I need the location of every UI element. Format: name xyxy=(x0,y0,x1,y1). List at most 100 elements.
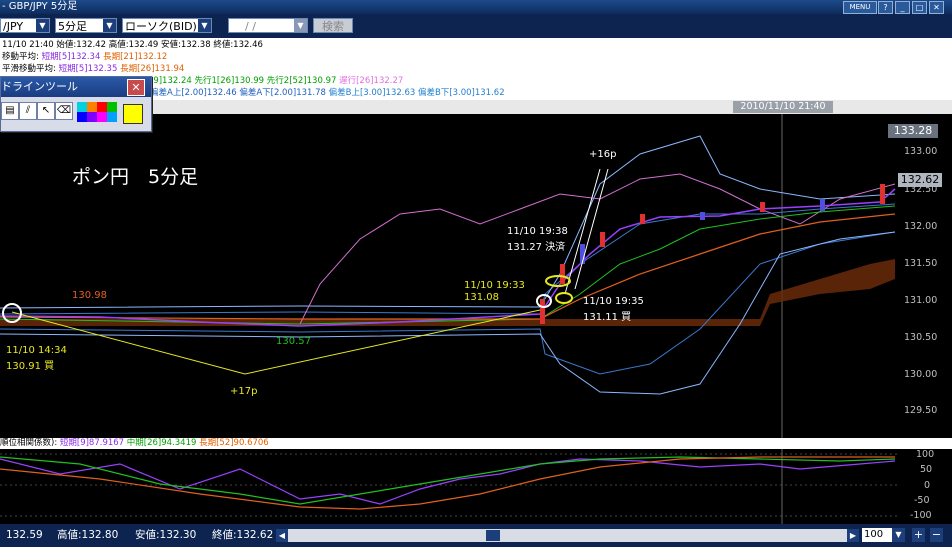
date-input[interactable]: / / ▼ xyxy=(228,18,308,33)
buy1-price: 130.91 買 xyxy=(6,361,55,372)
help-icon[interactable]: ? xyxy=(878,1,893,14)
y-tick: 130.00 xyxy=(904,369,938,380)
chevron-down-icon[interactable]: ▼ xyxy=(294,19,307,32)
status-low: 安値:132.30 xyxy=(135,529,197,541)
drawing-tool-panel[interactable]: ドラインツール ✕ ▤ ⫽ ↖ ⌫ xyxy=(0,76,152,132)
candle xyxy=(600,232,605,247)
search-button[interactable]: 検索 xyxy=(313,18,353,33)
line-tool-icon[interactable]: ▤ xyxy=(1,102,19,120)
scroll-left-icon[interactable]: ◀ xyxy=(276,529,288,542)
zoom-value: 100 xyxy=(864,529,884,540)
window-title: - GBP/JPY 5分足 xyxy=(2,1,78,12)
status-close: 終値:132.62 xyxy=(212,529,274,541)
y-tick: 133.00 xyxy=(904,146,938,157)
fibonacci-tool-icon[interactable]: ⫽ xyxy=(19,102,37,120)
color-swatch[interactable] xyxy=(87,102,97,112)
buy2-time: 11/10 19:35 xyxy=(583,296,644,307)
candle xyxy=(760,202,765,212)
color-swatch[interactable] xyxy=(107,112,117,122)
drawing-tool-title: ドラインツール xyxy=(1,80,78,93)
ichimoku-values: [9]132.24 先行1[26]130.99 先行2[52]130.97 xyxy=(150,76,337,86)
chart-type-value: ローソク(BID) xyxy=(125,20,197,33)
subchart-title: 順位相関係数): xyxy=(0,438,58,448)
chart-type-select[interactable]: ローソク(BID) ▼ xyxy=(122,18,212,33)
ma2-short: 短期[5]132.35 xyxy=(58,64,118,74)
gain2-annotation-line xyxy=(564,168,609,295)
color-swatch[interactable] xyxy=(77,102,87,112)
toolbar: /JPY ▼ 5分足 ▼ ローソク(BID) ▼ / / ▼ 検索 xyxy=(0,14,952,38)
zoom-out-icon[interactable]: − xyxy=(930,528,943,542)
close-price: 131.27 決済 xyxy=(507,242,566,253)
scroll-thumb[interactable] xyxy=(486,530,500,541)
chart-title: ポン円 5分足 xyxy=(72,166,199,188)
label-13098: 130.98 xyxy=(72,290,107,301)
menu-button[interactable]: MENU xyxy=(843,1,877,14)
color-swatch[interactable] xyxy=(97,102,107,112)
buy2-marker xyxy=(555,292,573,304)
date-marker: 2010/11/10 21:40 xyxy=(733,101,833,113)
scroll-right-icon[interactable]: ▶ xyxy=(847,529,859,542)
subchart-header: 順位相関係数): 短期[9]87.9167 中期[26]94.3419 長期[5… xyxy=(0,438,952,449)
interval-select[interactable]: 5分足 ▼ xyxy=(55,18,117,33)
gain2-label: +16p xyxy=(589,149,617,160)
zoom-select[interactable]: 100 xyxy=(862,528,892,542)
current-price-tag: 133.28 xyxy=(888,124,938,138)
rci-y-tick: -100 xyxy=(910,510,932,521)
ichimoku-row: [9]132.24 先行1[26]130.99 先行2[52]130.97 遅行… xyxy=(150,76,403,87)
color-swatch[interactable] xyxy=(87,112,97,122)
buy1-time: 11/10 14:34 xyxy=(6,345,67,356)
color-palette[interactable] xyxy=(77,102,117,122)
mid-time: 11/10 19:33 xyxy=(464,280,525,291)
date-placeholder: / / xyxy=(245,20,256,33)
zoom-in-icon[interactable]: + xyxy=(912,528,925,542)
price-chart[interactable]: ポン円 5分足 130.98 130.57 11/10 14:34 130.91… xyxy=(0,114,952,438)
ichimoku-chikou: 遅行[26]132.27 xyxy=(339,76,404,86)
ma-long: 長期[21]132.12 xyxy=(103,52,168,62)
close-icon[interactable]: ✕ xyxy=(929,1,944,14)
interval-value: 5分足 xyxy=(58,20,87,33)
rci-y-tick: 100 xyxy=(916,449,935,460)
color-swatch[interactable] xyxy=(97,112,107,122)
status-high: 高値:132.80 xyxy=(57,529,119,541)
pointer-tool-icon[interactable]: ↖ xyxy=(37,102,55,120)
ma-row: 移動平均: 短期[5]132.34 長期[21]132.12 xyxy=(2,52,167,63)
minimize-icon[interactable]: _ xyxy=(895,1,910,14)
pair-value: /JPY xyxy=(3,20,24,33)
color-swatch[interactable] xyxy=(77,112,87,122)
ma2-row: 平滑移動平均: 短期[5]132.35 長期[26]131.94 xyxy=(2,64,184,75)
close-time: 11/10 19:38 xyxy=(507,226,568,237)
chevron-down-icon[interactable]: ▼ xyxy=(198,19,211,32)
buy2-price: 131.11 買 xyxy=(583,312,632,323)
eraser-tool-icon[interactable]: ⌫ xyxy=(55,102,73,120)
chevron-down-icon[interactable]: ▼ xyxy=(36,19,49,32)
ichimoku-cloud xyxy=(0,259,895,326)
selected-color-swatch[interactable] xyxy=(123,104,143,124)
bb-a: 偏差A上[2.00]132.46 偏差A下[2.00]131.78 xyxy=(150,88,326,98)
chevron-down-icon[interactable]: ▼ xyxy=(103,19,116,32)
chart-scrollbar[interactable]: ◀ ▶ xyxy=(276,529,859,542)
ma2-label: 平滑移動平均: xyxy=(2,64,56,74)
y-tick: 129.50 xyxy=(904,405,938,416)
rci-y-tick: 50 xyxy=(920,464,933,475)
bb-upper-line xyxy=(0,203,896,315)
rci-short-line xyxy=(0,458,896,505)
close-icon[interactable]: ✕ xyxy=(127,79,145,96)
candle xyxy=(820,199,825,211)
y-tick: 131.00 xyxy=(904,295,938,306)
title-bar: - GBP/JPY 5分足 MENU ? _ □ ✕ xyxy=(0,0,952,14)
chevron-down-icon[interactable]: ▼ xyxy=(892,528,905,542)
rci-y-tick: 0 xyxy=(924,480,931,491)
pair-select[interactable]: /JPY ▼ xyxy=(0,18,50,33)
maximize-icon[interactable]: □ xyxy=(912,1,927,14)
rci-chart-svg xyxy=(0,449,900,524)
price-axis xyxy=(897,114,952,438)
y-tick: 132.00 xyxy=(904,221,938,232)
rci-y-tick: -50 xyxy=(914,495,930,506)
candle xyxy=(700,212,705,220)
y-tick: 131.50 xyxy=(904,258,938,269)
candle xyxy=(640,214,645,224)
rci-chart[interactable]: 100 50 0 -50 -100 xyxy=(0,449,952,524)
color-swatch[interactable] xyxy=(107,102,117,112)
ohlc-text: 11/10 21:40 始値:132.42 高値:132.49 安値:132.3… xyxy=(2,40,263,50)
y-tick: 130.50 xyxy=(904,332,938,343)
